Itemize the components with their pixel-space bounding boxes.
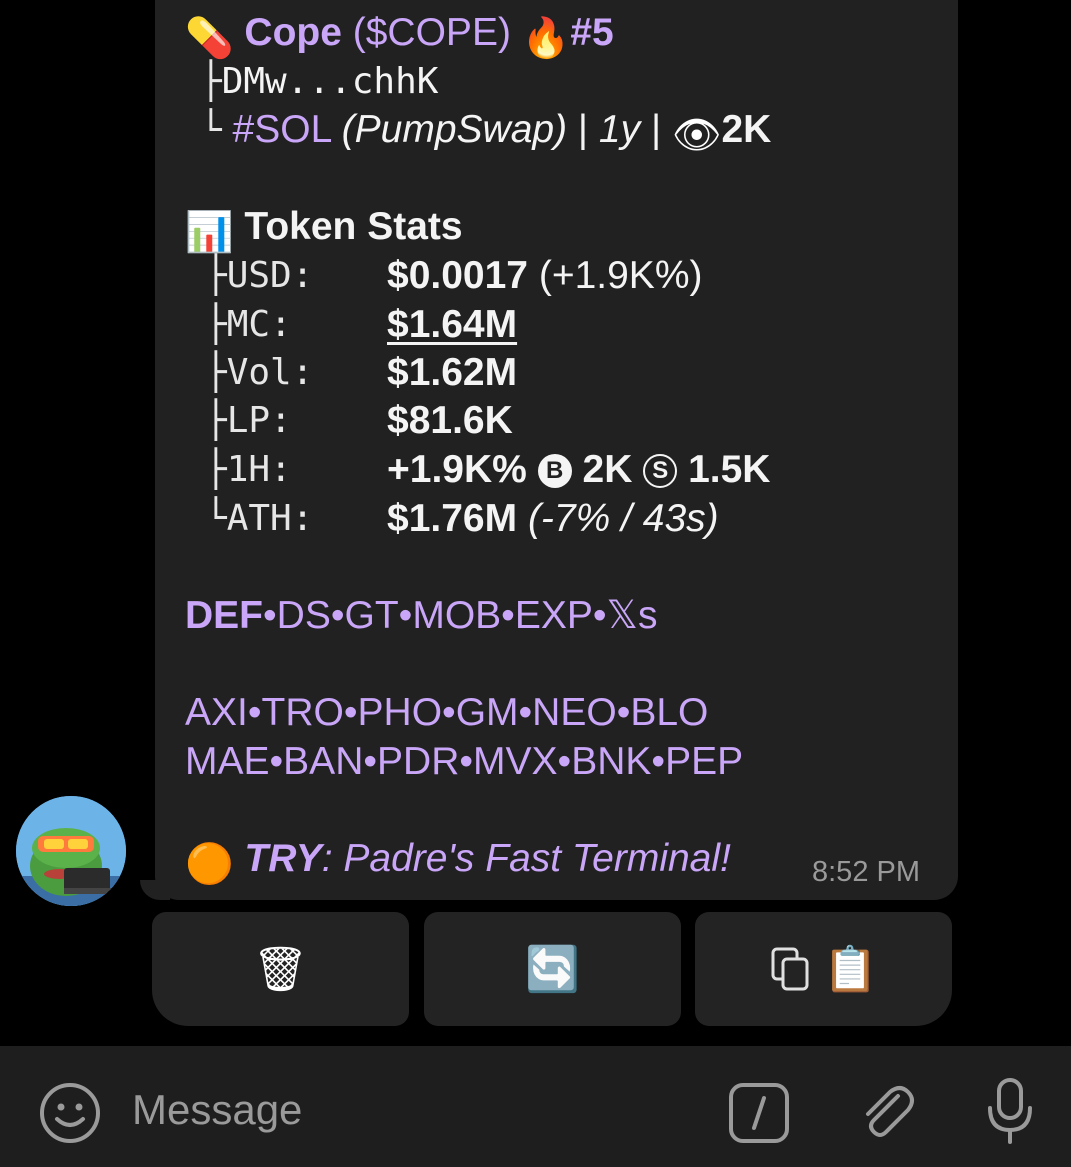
clipboard-icon: 📋 [823, 945, 878, 994]
wastebasket-icon: 🗑 [252, 945, 309, 994]
copy-icon [771, 947, 809, 991]
attach-icon[interactable] [854, 1078, 916, 1144]
fire-icon: 🔥 [521, 17, 571, 60]
stat-key-vol: ├Vol: [205, 352, 314, 393]
microphone-icon[interactable] [982, 1076, 1038, 1146]
link-mae[interactable]: MAE [185, 740, 270, 783]
link-ds[interactable]: DS [277, 594, 331, 637]
promo-line: 🟠 TRY: Padre's Fast Terminal! [185, 836, 731, 888]
token-header: 💊 Cope ($COPE) 🔥#5 [185, 10, 614, 62]
separator: | [577, 108, 589, 151]
link-tro[interactable]: TRO [262, 691, 344, 734]
orange-circle-icon: 🟠 [185, 843, 234, 886]
link-exp[interactable]: EXP [515, 594, 593, 637]
delete-button[interactable]: 🗑 [152, 912, 409, 1026]
buys-icon: B [537, 454, 572, 488]
rank-link[interactable]: #5 [570, 11, 613, 54]
token-age: 1y [598, 108, 641, 151]
stat-key-1h: ├1H: [205, 449, 292, 490]
bot-commands-icon[interactable] [728, 1082, 790, 1144]
pepe-avatar-icon [16, 796, 126, 906]
sells-icon: S [643, 454, 678, 488]
link-ban[interactable]: BAN [283, 740, 363, 783]
dex-name: (PumpSwap) [341, 108, 568, 151]
link-bnk[interactable]: BNK [571, 740, 651, 783]
views-count: 2K [721, 108, 772, 151]
sells-count: 1.5K [688, 448, 771, 491]
stat-key-ath: └ATH: [205, 498, 314, 539]
link-gm[interactable]: GM [456, 691, 519, 734]
link-pho[interactable]: PHO [358, 691, 443, 734]
stat-key-lp: ├LP: [205, 400, 292, 441]
link-mvx[interactable]: MVX [473, 740, 558, 783]
link-blo[interactable]: BLO [630, 691, 708, 734]
stats-title: Token Stats [244, 205, 463, 248]
stat-key-mc: ├MC: [205, 304, 292, 345]
stat-value-vol: $1.62M [387, 351, 518, 394]
promo-link[interactable]: TRY: Padre's Fast Terminal! [244, 837, 730, 880]
bot-avatar[interactable] [16, 796, 126, 906]
refresh-icon: 🔄 [525, 945, 580, 994]
refresh-button[interactable]: 🔄 [424, 912, 681, 1026]
emoji-icon[interactable] [38, 1081, 102, 1145]
token-ticker: ($COPE) [352, 11, 511, 54]
chain-line: └ #SOL (PumpSwap) | 1y | 👁2K [200, 107, 771, 159]
link-gt[interactable]: GT [345, 594, 399, 637]
token-name-link[interactable]: Cope [244, 11, 342, 54]
tree-branch: ├ [200, 61, 222, 102]
bar-chart-icon: 📊 [185, 211, 234, 254]
link-pdr[interactable]: PDR [377, 740, 459, 783]
link-mob[interactable]: MOB [412, 594, 501, 637]
address-line: ├DMw...chhK [200, 58, 438, 105]
message-input[interactable]: Message [132, 1086, 302, 1134]
stat-change-usd: (+1.9K%) [538, 254, 703, 297]
stats-title-line: 📊 Token Stats [185, 204, 463, 256]
link-neo[interactable]: NEO [532, 691, 617, 734]
stat-value-ath: $1.76M (-7% / 43s) [387, 497, 719, 540]
stat-value-mc-link[interactable]: $1.64M [387, 302, 517, 348]
chain-link[interactable]: #SOL [233, 108, 331, 151]
bubble-tail [140, 880, 170, 900]
link-def[interactable]: DEF [185, 594, 263, 637]
links-row-3: MAE•BAN•PDR•MVX•BNK•PEP [185, 740, 744, 783]
eye-icon: 👁 [671, 114, 722, 157]
tree-end: └ [200, 110, 222, 151]
links-row-2: AXI•TRO•PHO•GM•NEO•BLO [185, 691, 709, 734]
stat-value-lp: $81.6K [387, 399, 513, 442]
link-x-search[interactable]: 𝕏s [607, 594, 658, 637]
stat-ath-change: (-7% / 43s) [527, 497, 719, 540]
stat-key-usd: ├USD: [205, 255, 314, 296]
buys-count: 2K [582, 448, 633, 491]
stat-value-1h: +1.9K% B 2K S 1.5K [387, 448, 771, 491]
stat-value-usd: $0.0017 (+1.9K%) [387, 254, 703, 297]
contract-address[interactable]: DMw...chhK [222, 61, 439, 102]
link-axi[interactable]: AXI [185, 691, 248, 734]
separator: | [650, 108, 662, 151]
links-row-1: DEF•DS•GT•MOB•EXP•𝕏s [185, 594, 658, 637]
copy-button[interactable]: 📋 [695, 912, 952, 1026]
link-pep[interactable]: PEP [665, 740, 743, 783]
message-timestamp: 8:52 PM [812, 856, 920, 888]
pill-icon: 💊 [185, 17, 234, 60]
